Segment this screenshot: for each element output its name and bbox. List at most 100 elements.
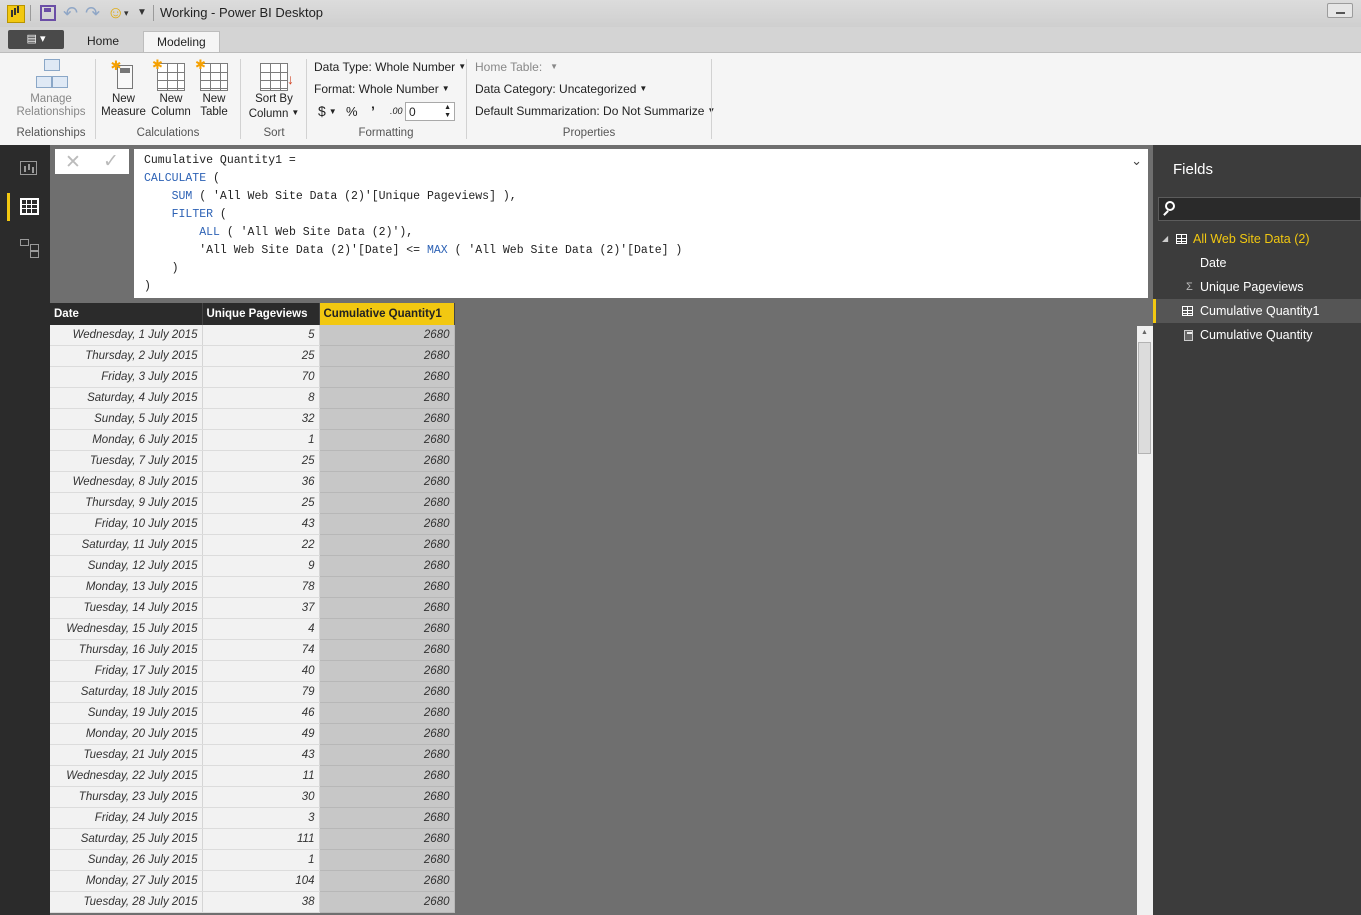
cell-unique-pageviews[interactable]: 3 (202, 807, 320, 829)
cell-date[interactable]: Tuesday, 28 July 2015 (50, 891, 203, 913)
cell-date[interactable]: Friday, 24 July 2015 (50, 807, 203, 829)
cell-unique-pageviews[interactable]: 8 (202, 387, 320, 409)
cell-unique-pageviews[interactable]: 4 (202, 618, 320, 640)
cell-cumulative-quantity1[interactable]: 2680 (319, 366, 455, 388)
table-row[interactable]: Tuesday, 28 July 2015 38 2680 (50, 891, 455, 913)
cell-date[interactable]: Thursday, 2 July 2015 (50, 345, 203, 367)
table-row[interactable]: Friday, 10 July 2015 43 2680 (50, 513, 455, 535)
data-view-button[interactable] (0, 189, 50, 225)
cell-cumulative-quantity1[interactable]: 2680 (319, 870, 455, 892)
power-bi-app-icon[interactable] (7, 5, 25, 23)
field-table-all-web-site-data[interactable]: ◢ All Web Site Data (2) (1153, 227, 1361, 251)
new-column-button[interactable]: ✱ New Column (149, 58, 193, 119)
table-row[interactable]: Sunday, 19 July 2015 46 2680 (50, 702, 455, 724)
dax-formula-text[interactable]: Cumulative Quantity1 = CALCULATE ( SUM (… (144, 152, 682, 296)
table-row[interactable]: Saturday, 18 July 2015 79 2680 (50, 681, 455, 703)
cell-cumulative-quantity1[interactable]: 2680 (319, 492, 455, 514)
relationships-view-button[interactable] (0, 231, 50, 267)
scroll-up-icon[interactable]: ▲ (1141, 329, 1148, 336)
table-row[interactable]: Wednesday, 22 July 2015 11 2680 (50, 765, 455, 787)
default-summarization-dropdown[interactable]: Default Summarization: Do Not Summarize▼ (475, 104, 715, 118)
cell-cumulative-quantity1[interactable]: 2680 (319, 450, 455, 472)
cell-unique-pageviews[interactable]: 43 (202, 513, 320, 535)
cell-date[interactable]: Sunday, 26 July 2015 (50, 849, 203, 871)
cell-date[interactable]: Saturday, 11 July 2015 (50, 534, 203, 556)
table-row[interactable]: Thursday, 2 July 2015 25 2680 (50, 345, 455, 367)
file-menu-button[interactable]: ▤ ▾ (8, 30, 64, 49)
table-row[interactable]: Monday, 27 July 2015 104 2680 (50, 870, 455, 892)
cell-date[interactable]: Tuesday, 14 July 2015 (50, 597, 203, 619)
table-row[interactable]: Sunday, 12 July 2015 9 2680 (50, 555, 455, 577)
cell-cumulative-quantity1[interactable]: 2680 (319, 513, 455, 535)
formula-editor[interactable]: Cumulative Quantity1 = CALCULATE ( SUM (… (134, 149, 1148, 298)
stepper-up-icon[interactable]: ▲ (444, 104, 451, 112)
collapse-formula-bar-icon[interactable]: ⌄ (1131, 153, 1142, 169)
cell-date[interactable]: Thursday, 23 July 2015 (50, 786, 203, 808)
percent-format-button[interactable]: % (346, 104, 358, 119)
cell-cumulative-quantity1[interactable]: 2680 (319, 786, 455, 808)
decimal-places-stepper[interactable]: 0 ▲ ▼ (405, 102, 455, 121)
cell-date[interactable]: Sunday, 19 July 2015 (50, 702, 203, 724)
cell-date[interactable]: Friday, 3 July 2015 (50, 366, 203, 388)
format-dropdown[interactable]: Format: Whole Number ▼ (314, 82, 450, 96)
cell-date[interactable]: Monday, 27 July 2015 (50, 870, 203, 892)
cell-unique-pageviews[interactable]: 79 (202, 681, 320, 703)
cell-unique-pageviews[interactable]: 25 (202, 492, 320, 514)
vertical-scrollbar[interactable]: ▲ (1137, 326, 1153, 915)
cell-cumulative-quantity1[interactable]: 2680 (319, 828, 455, 850)
table-row[interactable]: Sunday, 26 July 2015 1 2680 (50, 849, 455, 871)
table-row[interactable]: Saturday, 4 July 2015 8 2680 (50, 387, 455, 409)
customize-toolbar-icon[interactable]: ▼ (137, 5, 153, 21)
table-row[interactable]: Friday, 17 July 2015 40 2680 (50, 660, 455, 682)
cell-cumulative-quantity1[interactable]: 2680 (319, 345, 455, 367)
table-row[interactable]: Thursday, 23 July 2015 30 2680 (50, 786, 455, 808)
table-row[interactable]: Wednesday, 1 July 2015 5 2680 (50, 325, 455, 346)
column-header-date[interactable]: Date (50, 303, 203, 325)
currency-format-button[interactable]: $ ▼ (318, 103, 337, 119)
redo-icon[interactable]: ↷ (85, 4, 101, 22)
cell-unique-pageviews[interactable]: 22 (202, 534, 320, 556)
table-row[interactable]: Wednesday, 15 July 2015 4 2680 (50, 618, 455, 640)
field-item-cumulative-quantity1[interactable]: Cumulative Quantity1 (1153, 299, 1361, 323)
minimize-window-button[interactable] (1327, 3, 1353, 18)
stepper-down-icon[interactable]: ▼ (444, 112, 451, 120)
cell-unique-pageviews[interactable]: 43 (202, 744, 320, 766)
cell-cumulative-quantity1[interactable]: 2680 (319, 723, 455, 745)
table-row[interactable]: Saturday, 25 July 2015 111 2680 (50, 828, 455, 850)
cell-cumulative-quantity1[interactable]: 2680 (319, 471, 455, 493)
manage-relationships-button[interactable]: Manage Relationships (14, 59, 88, 119)
cell-cumulative-quantity1[interactable]: 2680 (319, 807, 455, 829)
cell-unique-pageviews[interactable]: 11 (202, 765, 320, 787)
cell-date[interactable]: Saturday, 4 July 2015 (50, 387, 203, 409)
cell-date[interactable]: Wednesday, 1 July 2015 (50, 325, 203, 346)
cell-cumulative-quantity1[interactable]: 2680 (319, 849, 455, 871)
table-row[interactable]: Tuesday, 14 July 2015 37 2680 (50, 597, 455, 619)
cell-unique-pageviews[interactable]: 111 (202, 828, 320, 850)
field-item-cumulative-quantity[interactable]: Cumulative Quantity (1153, 323, 1361, 347)
cell-unique-pageviews[interactable]: 9 (202, 555, 320, 577)
cell-date[interactable]: Thursday, 16 July 2015 (50, 639, 203, 661)
cell-date[interactable]: Friday, 10 July 2015 (50, 513, 203, 535)
cell-date[interactable]: Saturday, 18 July 2015 (50, 681, 203, 703)
cell-unique-pageviews[interactable]: 25 (202, 345, 320, 367)
cell-date[interactable]: Friday, 17 July 2015 (50, 660, 203, 682)
table-row[interactable]: Monday, 6 July 2015 1 2680 (50, 429, 455, 451)
cell-cumulative-quantity1[interactable]: 2680 (319, 387, 455, 409)
cell-cumulative-quantity1[interactable]: 2680 (319, 429, 455, 451)
cell-date[interactable]: Wednesday, 22 July 2015 (50, 765, 203, 787)
new-measure-button[interactable]: ✱ New Measure (101, 59, 146, 119)
field-item-date[interactable]: Date (1153, 251, 1361, 275)
cell-cumulative-quantity1[interactable]: 2680 (319, 639, 455, 661)
cell-cumulative-quantity1[interactable]: 2680 (319, 576, 455, 598)
cell-date[interactable]: Thursday, 9 July 2015 (50, 492, 203, 514)
table-row[interactable]: Wednesday, 8 July 2015 36 2680 (50, 471, 455, 493)
cell-cumulative-quantity1[interactable]: 2680 (319, 408, 455, 430)
cell-unique-pageviews[interactable]: 25 (202, 450, 320, 472)
cell-unique-pageviews[interactable]: 74 (202, 639, 320, 661)
column-header-unique-pageviews[interactable]: Unique Pageviews (202, 303, 320, 325)
cell-date[interactable]: Sunday, 5 July 2015 (50, 408, 203, 430)
cell-unique-pageviews[interactable]: 32 (202, 408, 320, 430)
table-row[interactable]: Sunday, 5 July 2015 32 2680 (50, 408, 455, 430)
collapse-triangle-icon[interactable]: ◢ (1162, 227, 1168, 251)
send-feedback-smile-icon[interactable]: ☺ (107, 4, 124, 21)
